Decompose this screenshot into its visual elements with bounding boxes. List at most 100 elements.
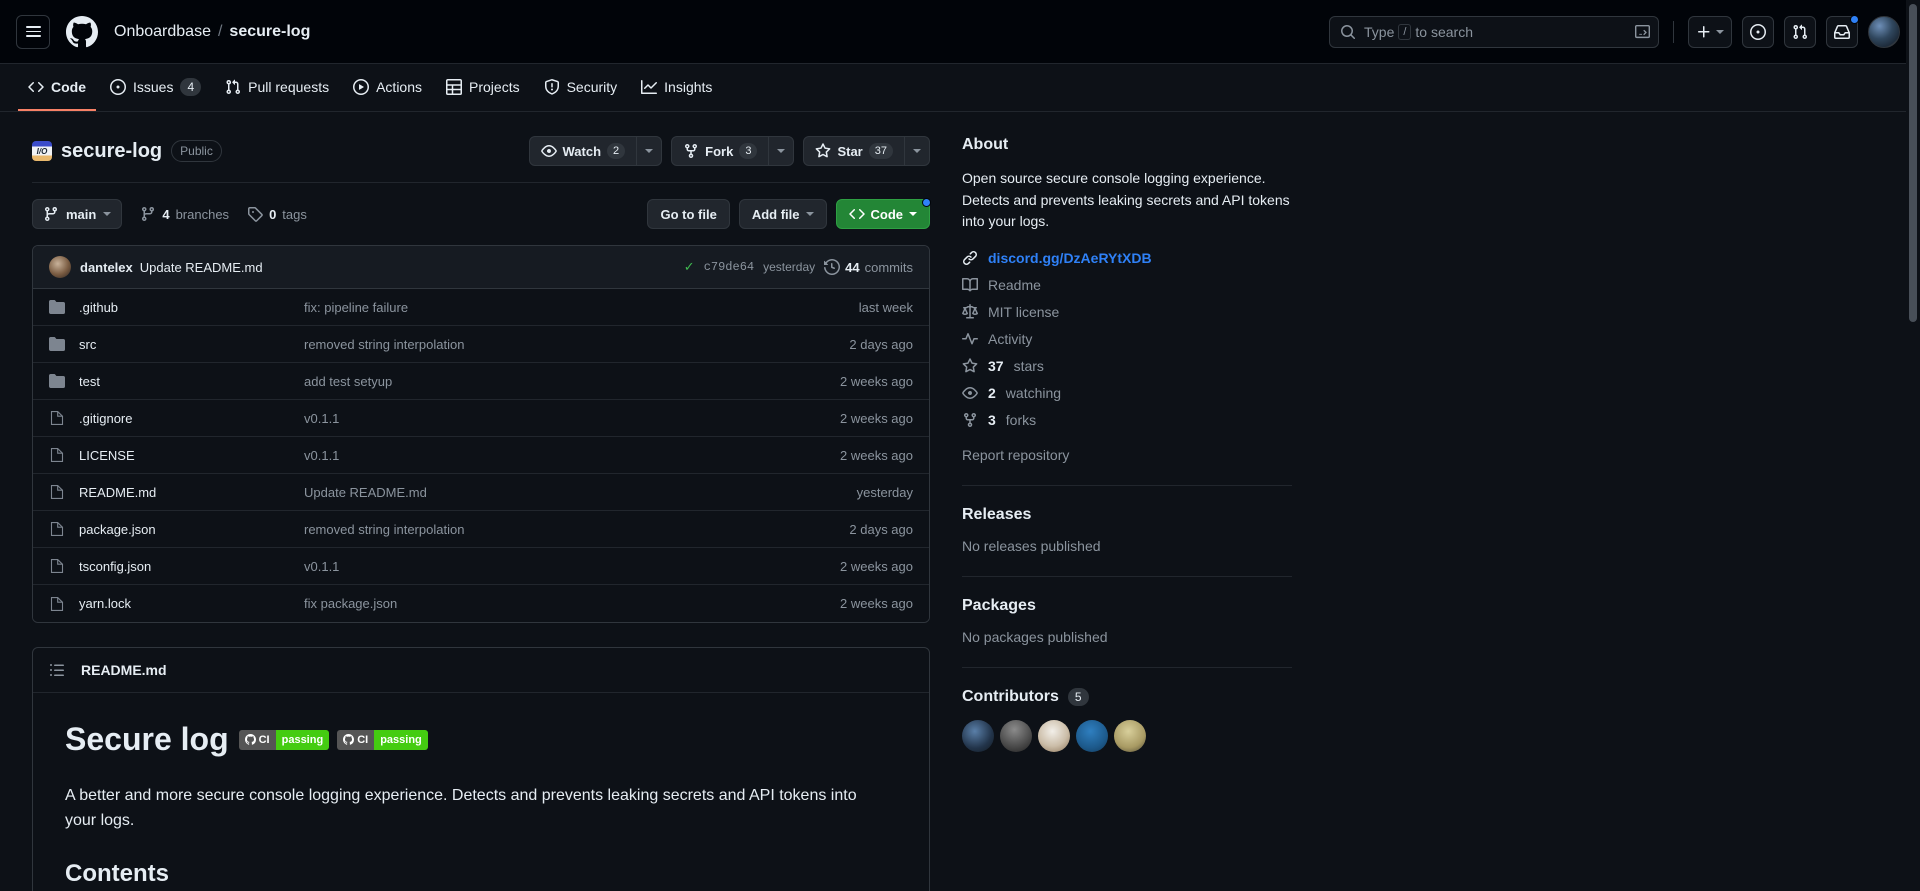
user-avatar[interactable]	[1868, 15, 1900, 48]
file-commit-message[interactable]: v0.1.1	[304, 559, 840, 574]
commits-count: 44	[845, 259, 860, 275]
table-row[interactable]: test add test setyup 2 weeks ago	[33, 363, 929, 400]
list-unordered-icon[interactable]	[49, 662, 65, 678]
about-watching-link[interactable]: 2 watching	[962, 385, 1292, 401]
breadcrumb-repo[interactable]: secure-log	[229, 23, 310, 41]
eye-icon	[540, 143, 557, 159]
file-commit-time: 2 days ago	[849, 336, 913, 352]
page-scrollbar[interactable]	[1906, 0, 1920, 891]
readme-header: README.md	[33, 648, 929, 693]
file-icon	[49, 484, 65, 500]
table-row[interactable]: tsconfig.json v0.1.1 2 weeks ago	[33, 548, 929, 585]
page-title[interactable]: secure-log	[61, 140, 162, 163]
file-name[interactable]: README.md	[79, 485, 304, 500]
table-row[interactable]: src removed string interpolation 2 days …	[33, 326, 929, 363]
fork-button[interactable]: Fork 3	[672, 137, 768, 165]
contributors-title[interactable]: Contributors	[962, 688, 1059, 706]
tab-actions[interactable]: Actions	[343, 65, 432, 111]
file-name[interactable]: .github	[79, 300, 304, 315]
releases-title[interactable]: Releases	[962, 506, 1292, 524]
pull-requests-button[interactable]	[1784, 15, 1816, 48]
about-website-link[interactable]: discord.gg/DzAeRYtXDB	[962, 250, 1292, 266]
file-commit-message[interactable]: removed string interpolation	[304, 522, 849, 537]
packages-title[interactable]: Packages	[962, 597, 1292, 615]
check-icon[interactable]: ✓	[684, 259, 695, 275]
table-row[interactable]: README.md Update README.md yesterday	[33, 474, 929, 511]
about-activity-link[interactable]: Activity	[962, 331, 1292, 347]
about-readme-link[interactable]: Readme	[962, 277, 1292, 293]
readme-heading-row: Secure log CI passing CI passing	[65, 721, 897, 768]
watch-dropdown-button[interactable]	[636, 137, 661, 165]
commit-author[interactable]: dantelex	[80, 260, 133, 275]
file-commit-message[interactable]: add test setyup	[304, 374, 840, 389]
tab-pull-requests[interactable]: Pull requests	[215, 65, 339, 111]
chevron-down-icon	[909, 212, 917, 216]
commit-message[interactable]: Update README.md	[140, 260, 263, 275]
file-commit-message[interactable]: fix: pipeline failure	[304, 300, 859, 315]
watch-button[interactable]: Watch 2	[530, 137, 637, 165]
link-icon	[962, 250, 978, 266]
contributor-avatar[interactable]	[1000, 720, 1032, 753]
contributor-avatar[interactable]	[1114, 720, 1146, 753]
table-row[interactable]: package.json removed string interpolatio…	[33, 511, 929, 548]
about-title: About	[962, 136, 1009, 153]
contributor-avatar[interactable]	[962, 720, 994, 753]
readme-filename[interactable]: README.md	[81, 662, 167, 678]
github-logo-icon[interactable]	[66, 15, 98, 48]
hamburger-icon[interactable]	[16, 14, 50, 49]
report-repository-link[interactable]: Report repository	[962, 447, 1292, 463]
tags-link[interactable]: 0 tags	[247, 206, 307, 222]
about-item-label: Activity	[988, 331, 1033, 348]
file-name[interactable]: package.json	[79, 522, 304, 537]
star-button[interactable]: Star 37	[804, 137, 904, 165]
file-name[interactable]: LICENSE	[79, 448, 304, 463]
issues-button[interactable]	[1742, 15, 1774, 48]
file-name[interactable]: yarn.lock	[79, 596, 304, 611]
file-commit-message[interactable]: removed string interpolation	[304, 337, 849, 352]
eye-icon	[962, 385, 978, 401]
about-forks-link[interactable]: 3 forks	[962, 412, 1292, 428]
add-file-button[interactable]: Add file	[738, 199, 827, 229]
file-commit-message[interactable]: v0.1.1	[304, 448, 840, 463]
file-name[interactable]: tsconfig.json	[79, 559, 304, 574]
branch-selector[interactable]: main	[32, 199, 123, 229]
scrollbar-thumb[interactable]	[1909, 4, 1917, 322]
breadcrumb-owner[interactable]: Onboardbase	[114, 23, 211, 41]
file-name[interactable]: .gitignore	[79, 411, 304, 426]
ci-badge[interactable]: CI passing	[238, 729, 330, 750]
sidebar-divider	[962, 576, 1292, 578]
tab-security[interactable]: Security	[534, 65, 628, 111]
breadcrumb-separator: /	[217, 22, 223, 40]
create-new-button[interactable]	[1688, 15, 1732, 48]
table-row[interactable]: .github fix: pipeline failure last week	[33, 289, 929, 326]
fork-dropdown-button[interactable]	[768, 137, 793, 165]
star-dropdown-button[interactable]	[904, 137, 929, 165]
ci-badge[interactable]: CI passing	[337, 729, 428, 750]
commit-author-avatar[interactable]	[49, 256, 71, 278]
branches-link[interactable]: 4 branches	[140, 206, 229, 222]
search-input[interactable]: Type / to search	[1329, 15, 1659, 48]
table-row[interactable]: .gitignore v0.1.1 2 weeks ago	[33, 400, 929, 437]
contributor-avatar[interactable]	[1038, 720, 1070, 753]
about-license-link[interactable]: MIT license	[962, 304, 1292, 320]
tab-insights[interactable]: Insights	[631, 65, 722, 111]
code-button[interactable]: Code	[835, 198, 931, 229]
tab-projects[interactable]: Projects	[436, 65, 530, 111]
notifications-button[interactable]	[1826, 14, 1859, 48]
file-name[interactable]: test	[79, 374, 304, 389]
tab-issues[interactable]: Issues 4	[100, 65, 211, 111]
file-commit-message[interactable]: fix package.json	[304, 596, 840, 611]
about-stars-link[interactable]: 37 stars	[962, 358, 1292, 374]
tab-code[interactable]: Code	[18, 65, 96, 111]
table-row[interactable]: LICENSE v0.1.1 2 weeks ago	[33, 437, 929, 474]
go-to-file-button[interactable]: Go to file	[647, 199, 730, 229]
terminal-icon[interactable]	[1635, 24, 1650, 39]
file-commit-message[interactable]: v0.1.1	[304, 411, 840, 426]
commit-sha[interactable]: c79de64	[704, 260, 754, 274]
file-commit-message[interactable]: Update README.md	[304, 485, 857, 500]
contributor-avatar[interactable]	[1076, 720, 1108, 753]
table-row[interactable]: yarn.lock fix package.json 2 weeks ago	[33, 585, 929, 622]
file-name[interactable]: src	[79, 337, 304, 352]
commits-history-link[interactable]: 44 commits	[824, 259, 913, 275]
commit-time: yesterday	[763, 260, 816, 274]
